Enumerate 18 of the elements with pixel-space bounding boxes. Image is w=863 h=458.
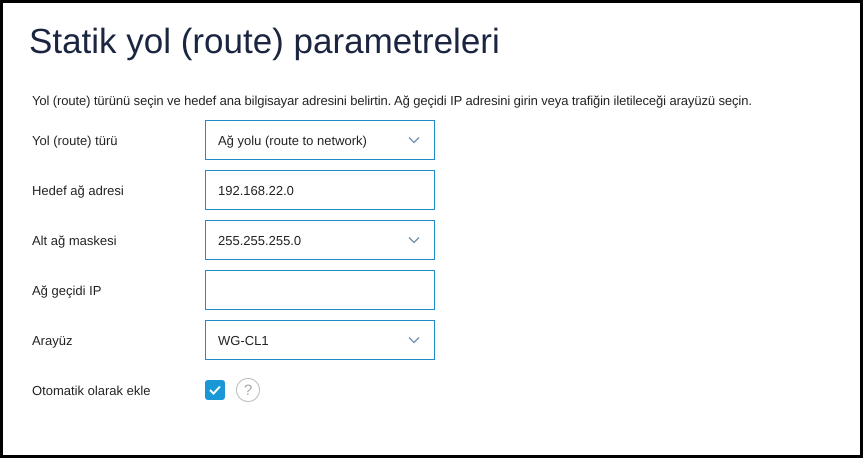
chevron-down-icon (408, 336, 420, 344)
field-label: Yol (route) türü (32, 132, 119, 148)
chevron-down-icon (408, 236, 420, 244)
page-title: Statik yol (route) parametreleri (29, 21, 501, 63)
chevron-down-icon (408, 136, 420, 144)
field-label: Hedef ağ adresi (32, 182, 125, 198)
dropdown[interactable]: 255.255.255.0 (205, 220, 435, 260)
dropdown[interactable]: Ağ yolu (route to network) (205, 120, 435, 160)
field-label: Arayüz (32, 332, 74, 348)
field-label: Ağ geçidi IP (32, 282, 102, 298)
input-field[interactable] (205, 270, 435, 310)
field-label: Alt ağ maskesi (32, 232, 118, 248)
input-field[interactable]: 192.168.22.0 (205, 170, 435, 210)
checkbox[interactable] (205, 380, 225, 400)
checkmark-icon (209, 385, 221, 395)
description-text: Yol (route) türünü seçin ve hedef ana bilgisayar adresini belirtin. Ağ geçidi IP adresini girin veya trafiğin iletileceği arayüzü seçin. (32, 93, 753, 108)
dropdown[interactable]: WG-CL1 (205, 320, 435, 360)
field-label: Otomatik olarak ekle (32, 382, 152, 398)
